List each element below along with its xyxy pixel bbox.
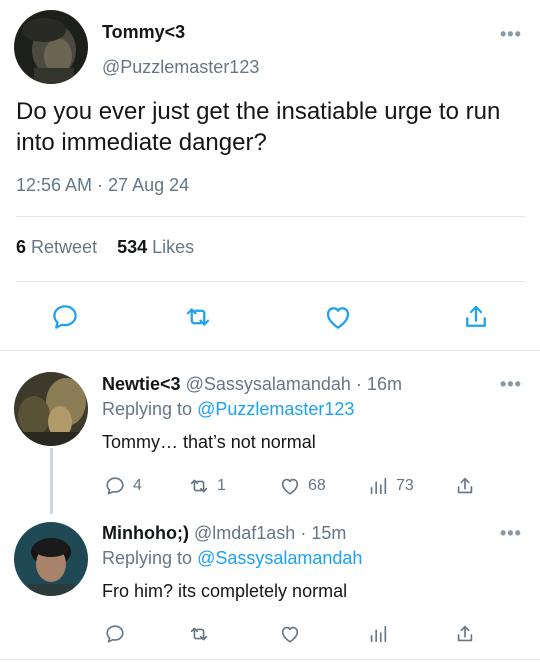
more-options-icon[interactable]: •••	[500, 523, 522, 544]
reply-count: 4	[133, 477, 142, 494]
avatar[interactable]	[14, 522, 88, 596]
share-icon[interactable]	[461, 302, 491, 332]
reply-text: Fro him? its completely normal	[102, 581, 348, 601]
more-options-icon[interactable]: •••	[500, 24, 522, 45]
analytics-icon	[370, 477, 387, 495]
retweet-count[interactable]: 6	[16, 237, 26, 257]
retweet-icon[interactable]	[183, 302, 213, 332]
reply-icon	[106, 477, 124, 495]
reply-header: Minhoho;) @lmdaf1ash · 15m	[102, 523, 346, 544]
analytics-icon	[370, 625, 387, 643]
more-options-icon[interactable]: •••	[500, 374, 522, 395]
reply-button[interactable]	[104, 622, 126, 646]
tweet-timestamp[interactable]: 12:56 AM · 27 Aug 24	[16, 175, 189, 196]
view-count: 73	[396, 477, 414, 494]
user-handle[interactable]: @lmdaf1ash	[194, 523, 295, 543]
like-label[interactable]: Likes	[152, 237, 194, 257]
like-button[interactable]: 68	[279, 474, 326, 498]
retweet-icon	[190, 627, 208, 641]
reply-text: Tommy… that’s not normal	[102, 432, 316, 452]
like-icon[interactable]	[323, 302, 353, 332]
like-count[interactable]: 534	[117, 237, 147, 257]
display-name[interactable]: Minhoho;)	[102, 523, 189, 543]
replying-prefix: Replying to	[102, 548, 193, 568]
tweet-text: Do you ever just get the insatiable urge…	[16, 98, 501, 156]
share-icon	[457, 477, 473, 494]
replying-prefix: Replying to	[102, 399, 193, 419]
divider	[0, 659, 540, 660]
share-icon	[457, 625, 473, 642]
divider	[16, 281, 525, 282]
retweet-button[interactable]: 1	[188, 474, 226, 498]
reply-button[interactable]: 4	[104, 474, 142, 498]
replying-to-link[interactable]: @Puzzlemaster123	[197, 399, 354, 419]
share-button[interactable]	[454, 622, 476, 646]
like-icon	[281, 626, 299, 643]
user-handle[interactable]: @Puzzlemaster123	[102, 57, 259, 78]
tweet-header: Tommy<3 @Puzzlemaster123 •••	[14, 10, 526, 84]
retweet-button[interactable]	[188, 622, 210, 646]
avatar[interactable]	[14, 372, 88, 446]
views-button[interactable]: 73	[367, 474, 414, 498]
replying-to-link[interactable]: @Sassysalamandah	[197, 548, 362, 568]
reply-time[interactable]: · 15m	[300, 523, 346, 543]
user-handle[interactable]: @Sassysalamandah	[186, 374, 351, 394]
avatar[interactable]	[14, 10, 88, 84]
reply-header: Newtie<3 @Sassysalamandah · 16m	[102, 374, 402, 395]
retweet-icon	[190, 479, 208, 493]
like-icon	[281, 478, 299, 495]
like-button[interactable]	[279, 622, 301, 646]
replying-to: Replying to @Puzzlemaster123	[102, 399, 354, 420]
reply-icon	[106, 625, 124, 643]
replying-to: Replying to @Sassysalamandah	[102, 548, 362, 569]
thread-line	[50, 448, 53, 514]
views-button[interactable]	[367, 622, 389, 646]
display-name[interactable]: Newtie<3	[102, 374, 181, 394]
retweet-label[interactable]: Retweet	[31, 237, 97, 257]
display-name[interactable]: Tommy<3	[102, 22, 185, 43]
retweet-count: 1	[217, 477, 226, 494]
divider	[16, 216, 525, 217]
share-button[interactable]	[454, 474, 476, 498]
reply-icon[interactable]	[50, 302, 80, 332]
divider	[0, 350, 540, 351]
reply-time[interactable]: · 16m	[356, 374, 402, 394]
tweet-stats: 6 Retweet 534 Likes	[16, 237, 194, 258]
like-count: 68	[308, 477, 326, 494]
